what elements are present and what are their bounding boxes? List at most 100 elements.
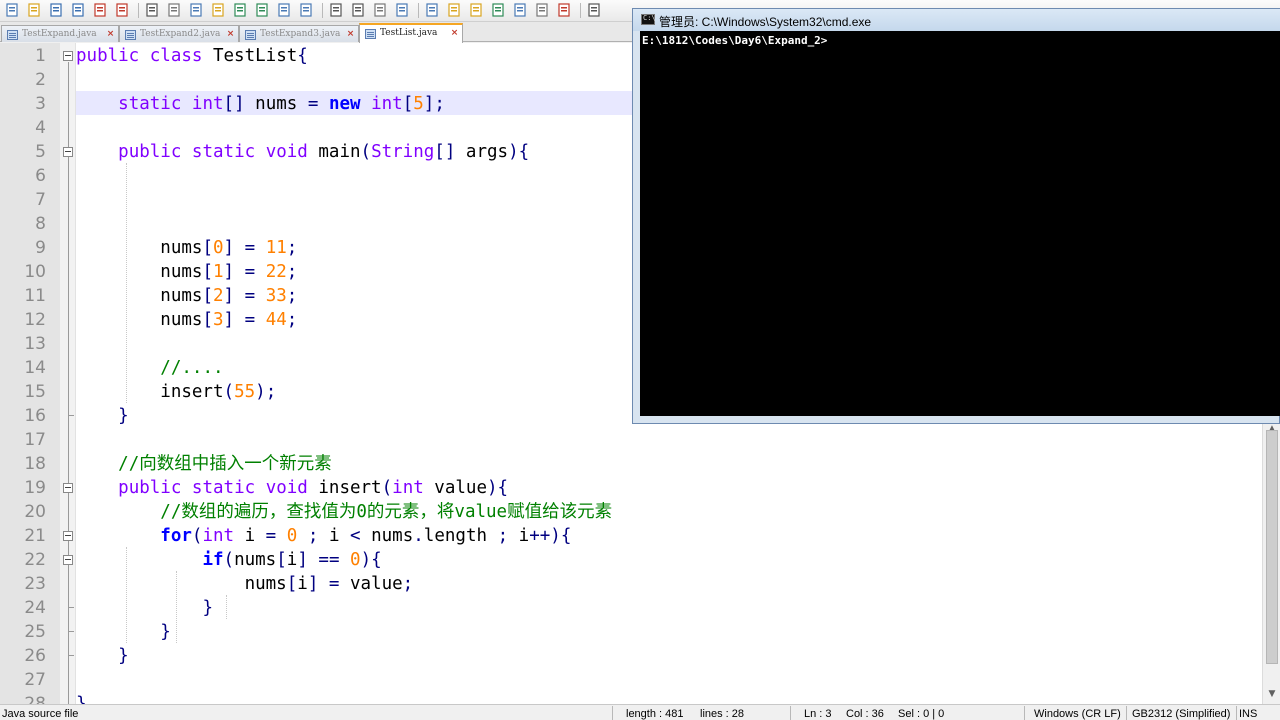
close-tab-icon[interactable]: × [450,29,459,38]
code-line[interactable]: public static void main(String[] args){ [76,140,529,164]
record-macro-icon[interactable] [556,2,572,18]
line-number: 15 [24,382,46,402]
close-tab-icon[interactable]: × [226,30,235,39]
tab-bar: TestExpand.java × TestExpand2.java × Tes… [0,22,640,43]
find-icon[interactable] [276,2,292,18]
code-line[interactable]: static int[] nums = new int[5]; [76,92,445,116]
scroll-thumb[interactable] [1266,430,1278,664]
scroll-down-icon[interactable]: ▼ [1267,689,1277,699]
tab-label: TestExpand2.java [140,29,221,39]
stop-macro-icon[interactable] [586,2,602,18]
toolbar-separator [138,3,139,18]
line-number: 6 [35,166,46,186]
save-all-icon[interactable] [70,2,86,18]
function-list-icon[interactable] [490,2,506,18]
save-icon[interactable] [48,2,64,18]
line-number: 16 [24,406,46,426]
status-bar: Java source file length : 481 lines : 28… [0,704,1280,720]
code-line[interactable]: //数组的遍历，查找值为0的元素，将value赋值给该元素 [76,500,612,524]
line-number: 13 [24,334,46,354]
line-number: 11 [24,286,46,306]
fold-end [68,415,74,416]
sync-icon[interactable] [372,2,388,18]
indent-guide-icon[interactable] [446,2,462,18]
insert-mode-label: INS [1239,708,1258,720]
cmd-window[interactable]: 管理员: C:\Windows\System32\cmd.exe E:\1812… [632,8,1280,424]
code-line[interactable]: public static void insert(int value){ [76,476,508,500]
code-line[interactable]: insert(55); [76,380,276,404]
line-number: 21 [24,526,46,546]
zoom-in-icon[interactable] [328,2,344,18]
code-line[interactable]: //向数组中插入一个新元素 [76,452,332,476]
line-number: 7 [35,190,46,210]
new-file-icon[interactable] [4,2,20,18]
code-line[interactable]: } [76,404,129,428]
line-number: 10 [24,262,46,282]
line-number: 9 [35,238,46,258]
line-number: 19 [24,478,46,498]
undo-icon[interactable] [232,2,248,18]
line-number: 18 [24,454,46,474]
cursor-col-label: Col : 36 [846,708,884,720]
cmd-title: 管理员: C:\Windows\System32\cmd.exe [659,15,872,29]
cmd-prompt: E:\1812\Codes\Day6\Expand_2> [642,34,828,47]
replace-icon[interactable] [298,2,314,18]
doc-map-icon[interactable] [512,2,528,18]
monitor-icon[interactable] [534,2,550,18]
copy-icon[interactable] [188,2,204,18]
tab-label: TestExpand3.java [260,29,341,39]
selection-label: Sel : 0 | 0 [898,708,945,720]
line-number: 25 [24,622,46,642]
code-line[interactable]: nums[0] = 11; [76,236,297,260]
zoom-out-icon[interactable] [350,2,366,18]
vertical-scrollbar[interactable]: ▲ ▼ [1262,424,1280,704]
show-all-chars-icon[interactable] [424,2,440,18]
open-icon[interactable] [26,2,42,18]
redo-icon[interactable] [254,2,270,18]
file-type-label: Java source file [2,708,79,720]
close-icon[interactable] [92,2,108,18]
toolbar-separator [322,3,323,18]
code-line[interactable]: nums[i] = value; [76,572,414,596]
print-icon[interactable] [144,2,160,18]
fold-toggle-icon[interactable] [63,51,73,61]
code-line[interactable]: if(nums[i] == 0){ [76,548,381,572]
code-line[interactable]: nums[3] = 44; [76,308,297,332]
wrap-icon[interactable] [394,2,410,18]
tab-testexpand[interactable]: TestExpand.java × [1,25,119,42]
paste-icon[interactable] [210,2,226,18]
fold-end [68,655,74,656]
code-line[interactable]: } [76,620,171,644]
fold-toggle-icon[interactable] [63,555,73,565]
tab-testexpand2[interactable]: TestExpand2.java × [119,25,239,42]
line-number: 23 [24,574,46,594]
code-line[interactable]: nums[1] = 22; [76,260,297,284]
cmd-console[interactable]: E:\1812\Codes\Day6\Expand_2> [640,31,1280,416]
cut-icon[interactable] [166,2,182,18]
folder-icon[interactable] [468,2,484,18]
fold-toggle-icon[interactable] [63,531,73,541]
line-number: 22 [24,550,46,570]
close-tab-icon[interactable]: × [346,30,355,39]
code-line[interactable]: } [76,596,213,620]
fold-end [68,631,74,632]
close-all-icon[interactable] [114,2,130,18]
code-line[interactable]: //.... [76,356,223,380]
line-number: 3 [35,94,46,114]
code-line[interactable]: public class TestList{ [76,44,308,68]
fold-toggle-icon[interactable] [63,147,73,157]
code-line[interactable]: } [76,692,87,704]
eol-label: Windows (CR LF) [1034,708,1121,720]
fold-toggle-icon[interactable] [63,483,73,493]
close-tab-icon[interactable]: × [106,30,115,39]
code-line[interactable]: } [76,644,129,668]
tab-testlist[interactable]: TestList.java × [359,23,463,43]
code-line[interactable]: for(int i = 0 ; i < nums.length ; i++){ [76,524,571,548]
cmd-title-bar[interactable]: 管理员: C:\Windows\System32\cmd.exe [633,9,1280,31]
code-line[interactable]: nums[2] = 33; [76,284,297,308]
line-number: 28 [24,694,46,704]
cursor-line-label: Ln : 3 [804,708,832,720]
file-icon [365,29,376,39]
line-number: 1 [35,46,46,66]
tab-testexpand3[interactable]: TestExpand3.java × [239,25,359,42]
